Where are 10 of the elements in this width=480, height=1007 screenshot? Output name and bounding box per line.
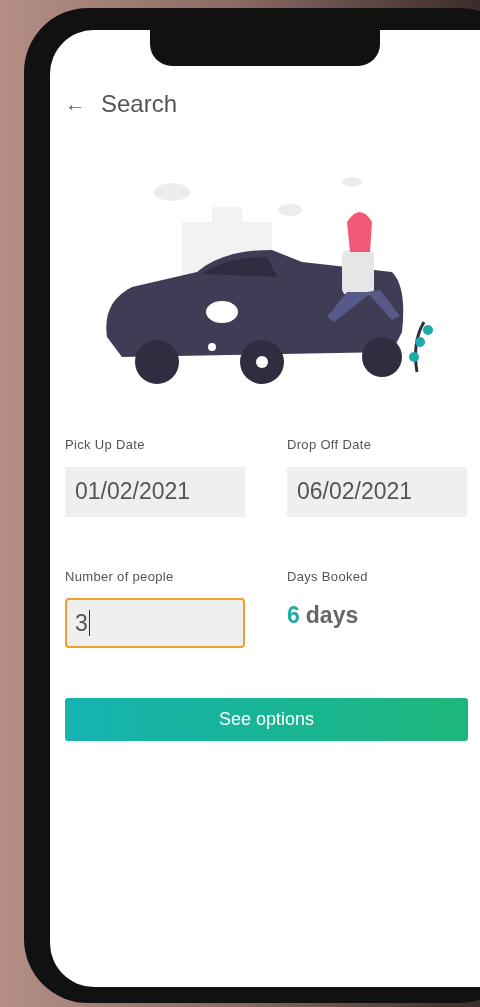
input-field[interactable]: 3 [65, 598, 245, 648]
date-field[interactable]: 01/02/2021 [65, 466, 245, 517]
days-unit: days [305, 601, 359, 630]
field-label: Days Booked [287, 567, 369, 586]
page-title: Search [101, 89, 178, 119]
field-label: Drop Off Date [287, 436, 373, 454]
field-label: Number of people [65, 567, 175, 586]
days-count: 6 [287, 601, 300, 630]
field-label: Pick Up Date [65, 436, 146, 454]
date-field[interactable]: 06/02/2021 [287, 466, 467, 517]
